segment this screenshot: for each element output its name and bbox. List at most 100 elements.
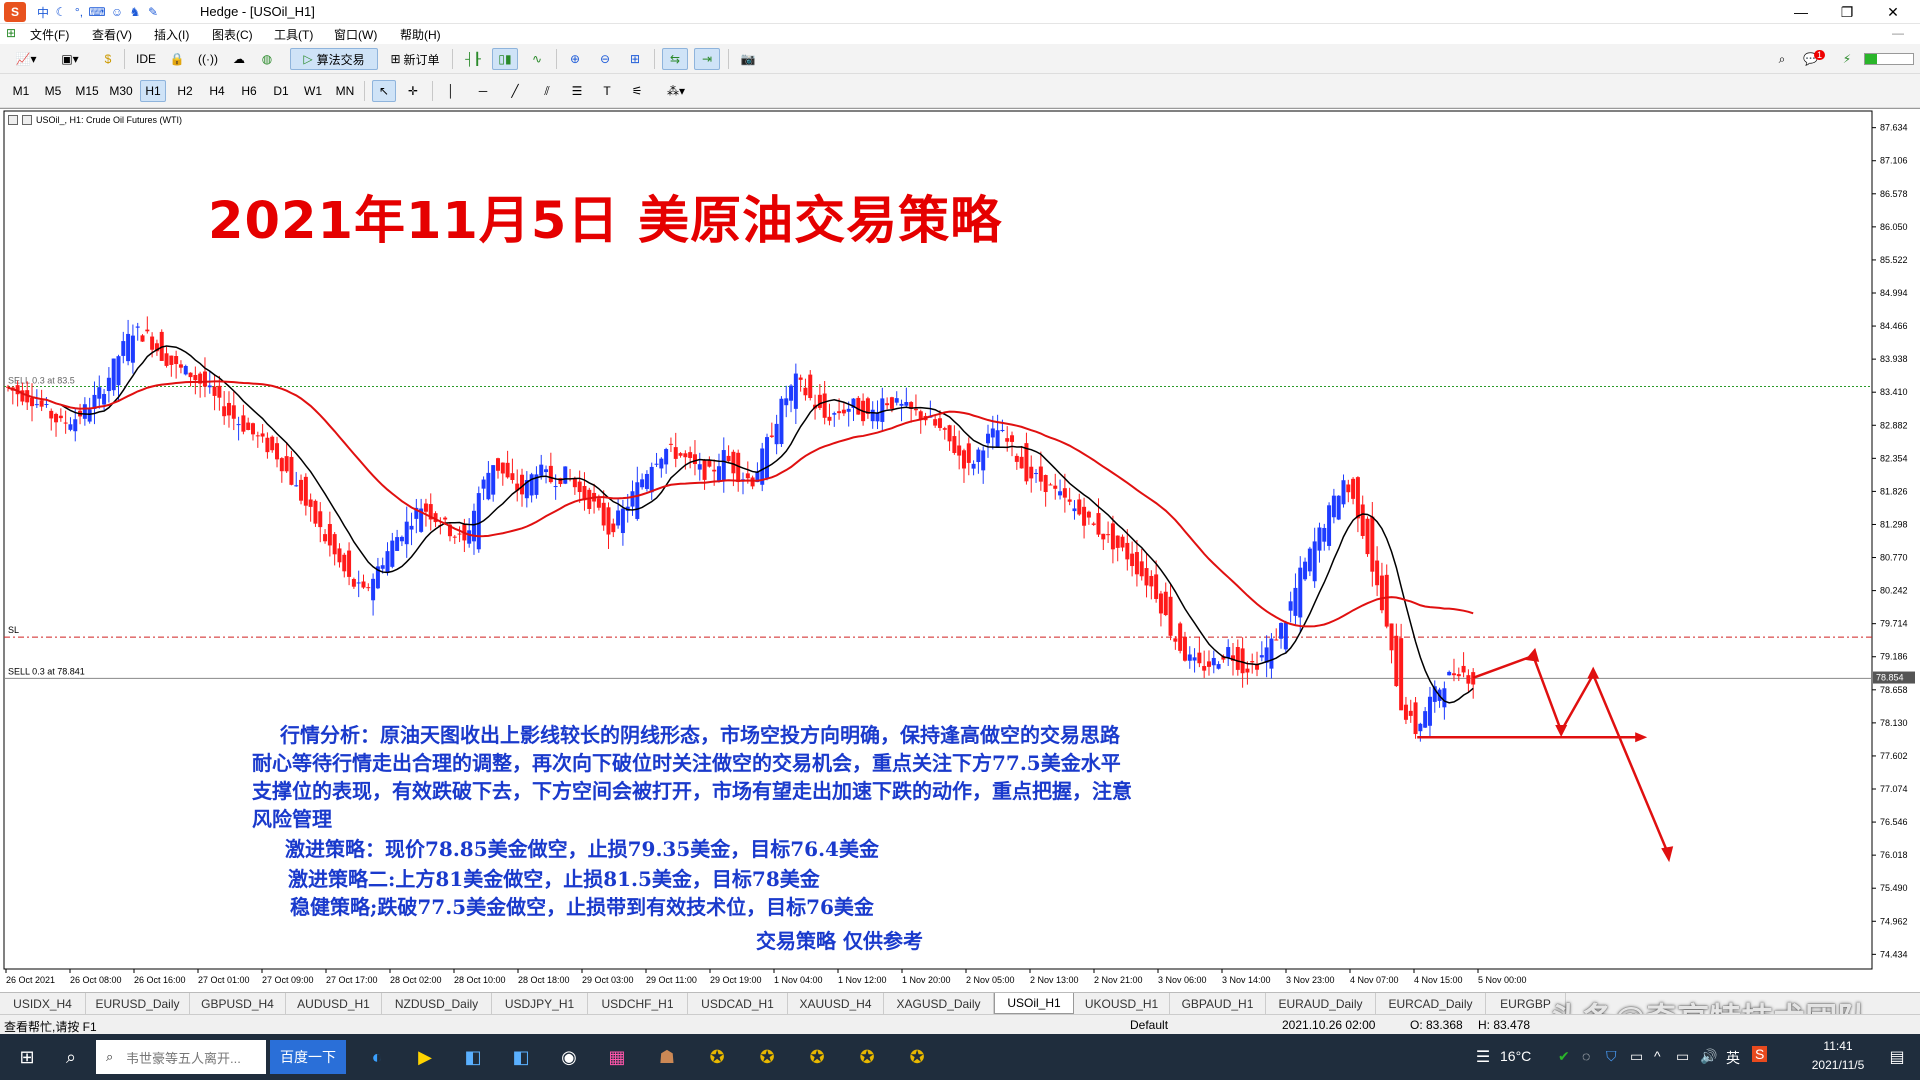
tab-gbpusd-h4[interactable]: GBPUSD_H4 (190, 993, 286, 1014)
cursor-tool-icon[interactable]: ↖ (372, 80, 396, 102)
timeframe-h4[interactable]: H4 (204, 80, 230, 102)
channel-icon[interactable]: ⫽ (536, 80, 558, 102)
terminal-app-icon[interactable]: ◧ (452, 1038, 494, 1076)
tab-eurusd-daily[interactable]: EURUSD_Daily (86, 993, 190, 1014)
punct-icon[interactable]: °, (70, 3, 88, 21)
timeframe-d1[interactable]: D1 (268, 80, 294, 102)
signals-icon[interactable]: ((·)) (196, 48, 220, 70)
tab-usdcad-h1[interactable]: USDCAD_H1 (688, 993, 788, 1014)
tray-chevron-icon[interactable]: ^ (1654, 1048, 1661, 1064)
line-chart-icon[interactable]: ∿ (526, 48, 548, 70)
minimize-button[interactable]: — (1778, 0, 1824, 24)
market-watch-icon[interactable]: $ (98, 48, 118, 70)
tab-gbpaud-h1[interactable]: GBPAUD_H1 (1170, 993, 1266, 1014)
horizontal-line-icon[interactable]: ─ (472, 80, 494, 102)
menu-window[interactable]: 窗口(W) (334, 26, 377, 43)
timeframe-m5[interactable]: M5 (40, 80, 66, 102)
edge-browser-icon[interactable]: ◐ (356, 1038, 398, 1076)
timeframe-h1[interactable]: H1 (140, 80, 166, 102)
timeframe-m15[interactable]: M15 (72, 80, 102, 102)
clock-time[interactable]: 11:41 (1800, 1039, 1876, 1053)
auto-scroll-icon[interactable]: ⇆ (662, 48, 688, 70)
tray-sogou-icon[interactable]: S (1752, 1046, 1768, 1062)
tray-wechat-icon[interactable]: ◌ (1582, 1048, 1590, 1064)
timeframe-m1[interactable]: M1 (8, 80, 34, 102)
coin-app-icon-1[interactable]: ✪ (696, 1038, 738, 1076)
temperature[interactable]: 16°C (1500, 1048, 1531, 1064)
timeframe-m30[interactable]: M30 (106, 80, 136, 102)
app-menu-icon[interactable]: ⊞ (6, 26, 16, 40)
zoom-out-icon[interactable]: ⊖ (594, 48, 616, 70)
chart-window[interactable]: 87.634 87.106 86.578 86.050 85.522 84.994 84.4… (0, 108, 1920, 992)
notifications-icon[interactable]: 💬 1 (1800, 48, 1828, 70)
windows-start-icon[interactable]: ⊞ (6, 1038, 48, 1076)
coin-app-icon-3[interactable]: ✪ (796, 1038, 838, 1076)
menu-tools[interactable]: 工具(T) (274, 26, 313, 43)
tab-usdjpy-h1[interactable]: USDJPY_H1 (492, 993, 588, 1014)
terminal-app-icon-2[interactable]: ◧ (500, 1038, 542, 1076)
wrench-icon[interactable]: ✎ (144, 3, 162, 21)
tab-xauusd-h4[interactable]: XAUUSD_H4 (788, 993, 884, 1014)
shirt-icon[interactable]: ♞ (126, 3, 144, 21)
timeframe-h2[interactable]: H2 (172, 80, 198, 102)
tab-usoil-h1[interactable]: USOil_H1 (994, 993, 1074, 1014)
tray-volume-icon[interactable]: 🔊 (1700, 1048, 1717, 1065)
obs-icon[interactable]: ◉ (548, 1038, 590, 1076)
new-order-button[interactable]: ⊞ 新订单 (384, 48, 446, 70)
grid-icon[interactable]: ⊞ (624, 48, 646, 70)
shapes-icon[interactable]: ⁂▾ (656, 80, 696, 102)
crosshair-icon[interactable]: ✛ (402, 80, 424, 102)
tray-shield-icon[interactable]: ⛉ (1606, 1048, 1617, 1065)
menu-charts[interactable]: 图表(C) (212, 26, 253, 43)
taskbar-search-input[interactable]: ⌕ 韦世豪等五人离开... (96, 1040, 266, 1074)
zoom-in-icon[interactable]: ⊕ (564, 48, 586, 70)
lock-icon[interactable]: 🔒 (166, 48, 188, 70)
search-icon[interactable]: ⌕ (1772, 48, 1792, 70)
close-button[interactable]: ✕ (1870, 0, 1916, 24)
tab-euraud-daily[interactable]: EURAUD_Daily (1266, 993, 1376, 1014)
notification-center-icon[interactable]: ▤ (1876, 1038, 1918, 1076)
image-app-icon[interactable]: ▦ (596, 1038, 638, 1076)
profiles-icon[interactable]: ▣▾ (52, 48, 88, 70)
cloud-icon[interactable]: ☁ (228, 48, 250, 70)
keyboard-icon[interactable]: ⌨ (88, 3, 106, 21)
menu-view[interactable]: 查看(V) (92, 26, 132, 43)
restore-button[interactable]: ❐ (1824, 0, 1870, 24)
chart-shift-icon[interactable]: ⇥ (694, 48, 720, 70)
baidu-search-button[interactable]: 百度一下 (270, 1040, 346, 1074)
trendline-icon[interactable]: ╱ (504, 80, 526, 102)
tab-audusd-h1[interactable]: AUDUSD_H1 (286, 993, 382, 1014)
news-widget-icon[interactable]: ☰ (1462, 1038, 1504, 1076)
fibonacci-icon[interactable]: ☰ (566, 80, 588, 102)
timeframe-h6[interactable]: H6 (236, 80, 262, 102)
mdi-minimize-button[interactable]: — (1892, 26, 1904, 40)
taskbar-search-icon[interactable]: ⌕ (50, 1038, 92, 1076)
menu-help[interactable]: 帮助(H) (400, 26, 441, 43)
algo-trading-button[interactable]: ▷ 算法交易 (290, 48, 378, 70)
market-icon[interactable]: ◍ (256, 48, 278, 70)
game-app-icon[interactable]: ☗ (646, 1038, 688, 1076)
bar-chart-icon[interactable]: ┤┠ (462, 48, 484, 70)
tray-ime-label[interactable]: 英 (1726, 1048, 1740, 1068)
tab-ukousd-h1[interactable]: UKOUSD_H1 (1074, 993, 1170, 1014)
ide-button[interactable]: IDE (132, 48, 160, 70)
timeframe-mn[interactable]: MN (332, 80, 358, 102)
clock-date[interactable]: 2021/11/5 (1800, 1058, 1876, 1072)
coin-app-icon-2[interactable]: ✪ (746, 1038, 788, 1076)
tray-battery-icon[interactable]: ▭ (1676, 1048, 1689, 1065)
ime-cn-icon[interactable]: 中 (34, 3, 52, 21)
tray-check-icon[interactable]: ✔ (1558, 1048, 1570, 1065)
screenshot-icon[interactable]: 📷 (736, 48, 760, 70)
menu-insert[interactable]: 插入(I) (154, 26, 189, 43)
menu-file[interactable]: 文件(F) (30, 26, 69, 43)
media-player-icon[interactable]: ▶ (404, 1038, 446, 1076)
coin-app-icon-5[interactable]: ✪ (896, 1038, 938, 1076)
user-icon[interactable]: ☺ (108, 3, 126, 21)
tab-xagusd-daily[interactable]: XAGUSD_Daily (884, 993, 994, 1014)
vertical-line-icon[interactable]: │ (440, 80, 462, 102)
tab-usidx-h4[interactable]: USIDX_H4 (0, 993, 86, 1014)
text-tool-icon[interactable]: T (596, 80, 618, 102)
candlestick-icon[interactable]: ▯▮ (492, 48, 518, 70)
new-chart-icon[interactable]: 📈▾ (8, 48, 44, 70)
timeframe-w1[interactable]: W1 (300, 80, 326, 102)
